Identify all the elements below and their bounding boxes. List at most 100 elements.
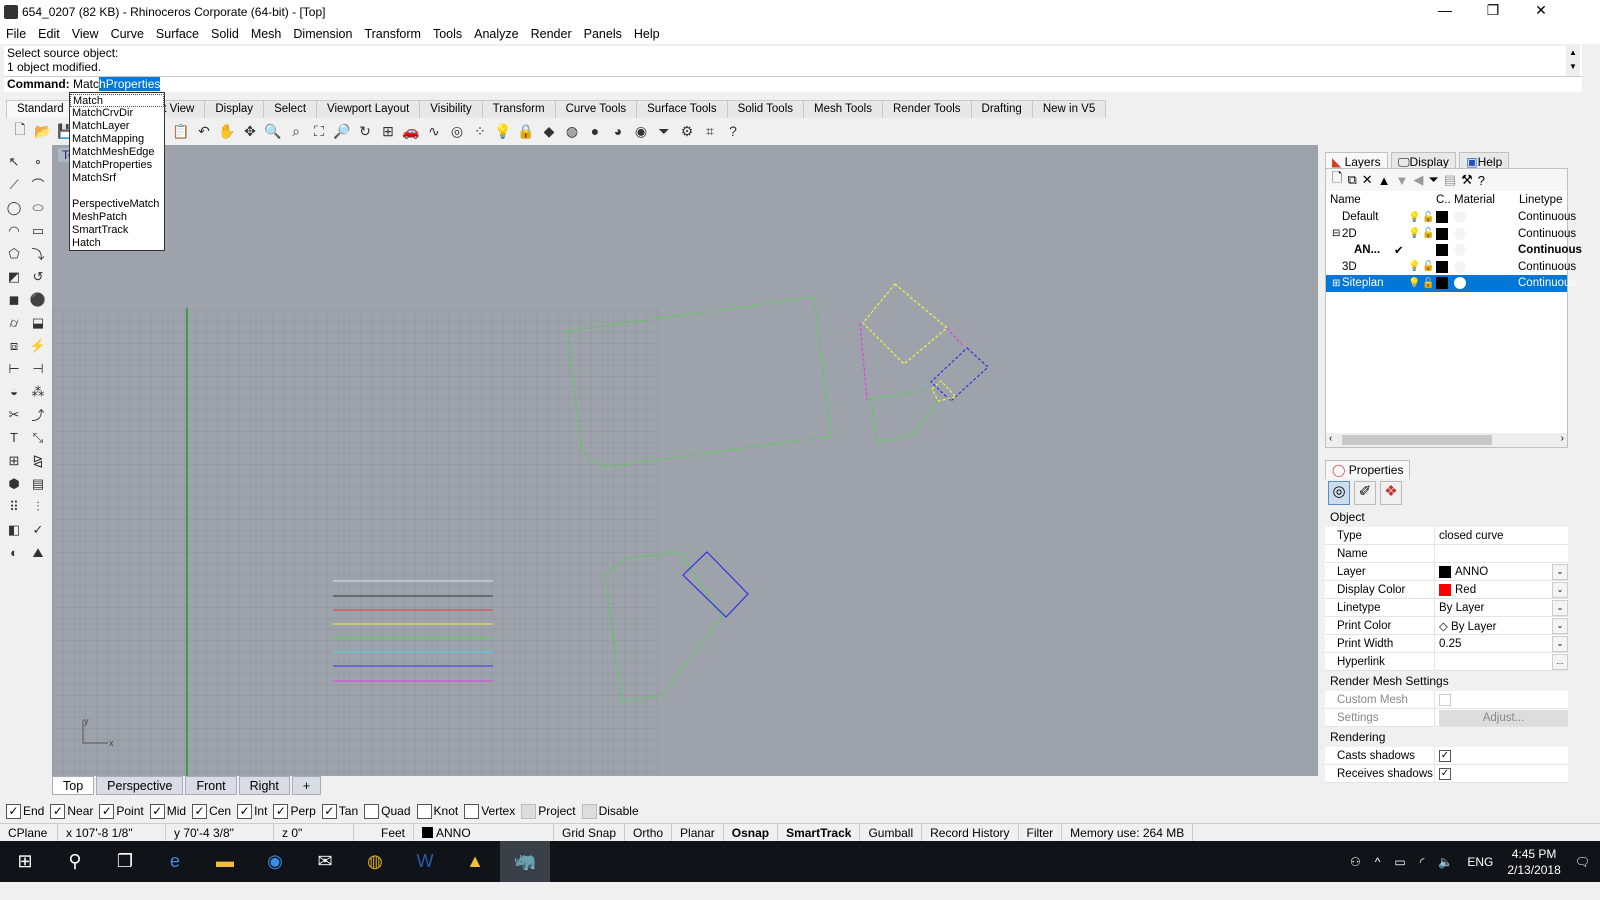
autocomplete-item[interactable]: MatchProperties	[70, 159, 164, 172]
tab-solid-tools[interactable]: Solid Tools	[726, 100, 804, 118]
file-explorer-icon[interactable]: ▬	[200, 841, 250, 882]
battery-icon[interactable]: ▭	[1394, 855, 1405, 869]
column-linetype[interactable]: Linetype	[1519, 194, 1562, 206]
help-icon[interactable]: ?	[1478, 173, 1485, 188]
material-circle[interactable]	[1454, 260, 1466, 273]
osnap-near[interactable]: ✓ Near	[50, 803, 93, 819]
cylinder-icon[interactable]: ⌭	[4, 313, 24, 333]
checkbox[interactable]	[464, 803, 480, 819]
column-name[interactable]: Name	[1326, 194, 1436, 206]
chrome-icon[interactable]: ◍	[350, 841, 400, 882]
settings-icon[interactable]: ⚙	[677, 121, 697, 141]
trim-icon[interactable]: ✂	[4, 405, 24, 425]
tab-visibility[interactable]: Visibility	[419, 100, 483, 118]
layout-icon[interactable]: ▤	[28, 474, 48, 494]
menu-view[interactable]: View	[66, 27, 105, 41]
check-icon[interactable]: ✓	[28, 520, 48, 540]
box-icon[interactable]: ◼	[4, 290, 24, 310]
osnap-knot[interactable]: Knot	[416, 803, 458, 819]
rotate-camera-icon[interactable]: ↻	[355, 121, 375, 141]
layer-linetype[interactable]: Continuous	[1518, 277, 1576, 289]
material-circle[interactable]	[1454, 244, 1466, 257]
tab-viewport-layout[interactable]: Viewport Layout	[316, 100, 421, 118]
lightbulb-icon[interactable]: 💡	[1408, 278, 1420, 289]
grid-array-icon[interactable]: ⠿	[4, 497, 24, 517]
osnap-point[interactable]: ✓ Point	[99, 803, 144, 819]
curve-icon[interactable]: ∿	[424, 121, 444, 141]
prop-value[interactable]: By Layer ⌄	[1435, 599, 1568, 616]
safari-icon[interactable]: ◉	[250, 841, 300, 882]
select-icon[interactable]: ↖	[4, 152, 24, 172]
volume-icon[interactable]: 🔈	[1438, 855, 1453, 869]
lock-icon[interactable]: 🔓	[1422, 212, 1434, 223]
menu-file[interactable]: File	[0, 27, 32, 41]
layer-linetype[interactable]: Continuous	[1518, 261, 1576, 273]
color-wheel-icon[interactable]: ◍	[562, 121, 582, 141]
checkbox[interactable]	[364, 803, 380, 819]
tab-transform[interactable]: Transform	[481, 100, 556, 118]
autocomplete-item[interactable]: SmartTrack	[70, 224, 164, 237]
expand-icon[interactable]: ⊞	[1332, 278, 1340, 289]
column-color[interactable]: C..	[1436, 194, 1451, 206]
dropdown-arrow-icon[interactable]: ⌄	[1552, 581, 1568, 598]
ungroup-icon[interactable]: ⁂	[28, 382, 48, 402]
edge-icon[interactable]: e	[150, 841, 200, 882]
help-icon[interactable]: ?	[723, 121, 743, 141]
lightbulb-icon[interactable]: 💡	[1408, 212, 1420, 223]
layer-color-swatch[interactable]	[1436, 227, 1448, 240]
four-viewports-icon[interactable]: ⊞	[378, 121, 398, 141]
tools-icon[interactable]: ⚒	[1461, 172, 1473, 188]
material-circle[interactable]	[1454, 211, 1466, 224]
leader-icon[interactable]: ⊣	[28, 359, 48, 379]
prop-value[interactable]: Adjust...	[1435, 709, 1568, 726]
zoom-extents-icon[interactable]: ⛶	[309, 121, 329, 141]
render-icon[interactable]: ◐	[4, 543, 24, 563]
word-icon[interactable]: W	[400, 841, 450, 882]
analyze-icon[interactable]: ◧	[4, 520, 24, 540]
wifi-icon[interactable]: ◜	[1420, 855, 1425, 869]
viewport-tab-top[interactable]: Top	[52, 776, 95, 795]
menu-solid[interactable]: Solid	[205, 27, 245, 41]
autocomplete-item[interactable]: MatchLayer	[70, 120, 164, 133]
layer-color-swatch[interactable]	[1436, 260, 1448, 273]
lightbulb-icon[interactable]: 💡	[1408, 261, 1420, 272]
autocomplete-item[interactable]: MeshPatch	[70, 211, 164, 224]
autocomplete-item[interactable]: MatchMapping	[70, 133, 164, 146]
osnap-disable[interactable]: Disable	[581, 803, 639, 819]
column-material[interactable]: Material	[1454, 194, 1495, 206]
paint-icon[interactable]: ⛰	[28, 543, 48, 563]
surface-icon[interactable]: ◩	[4, 267, 24, 287]
toggle-ortho[interactable]: Ortho	[625, 823, 673, 842]
cplane-icon[interactable]: ◎	[447, 121, 467, 141]
show-hidden-icon[interactable]: ^	[1375, 855, 1381, 869]
expand-icon[interactable]: ⊟	[1332, 228, 1340, 239]
arc-icon[interactable]: ◠	[4, 221, 24, 241]
checkbox[interactable]: ✓	[237, 803, 253, 819]
rectangle-icon[interactable]: ▭	[28, 221, 48, 241]
minimize-button[interactable]: —	[1425, 2, 1465, 22]
osnap-perp[interactable]: ✓ Perp	[273, 803, 316, 819]
autocomplete-item[interactable]: Match	[70, 94, 164, 107]
toggle-gumball[interactable]: Gumball	[860, 823, 923, 842]
prop-value[interactable]: ✓	[1435, 767, 1568, 780]
revolve-icon[interactable]: ↺	[28, 267, 48, 287]
osnap-tan[interactable]: ✓ Tan	[321, 803, 358, 819]
tab-standard[interactable]: Standard	[6, 100, 75, 118]
command-typed[interactable]: Matc	[73, 77, 99, 91]
dimension-icon[interactable]: ⊢	[4, 359, 24, 379]
split-icon[interactable]: ⤴	[28, 405, 48, 425]
zoom-window-icon[interactable]: 🔍	[263, 121, 283, 141]
people-icon[interactable]: ⚇	[1350, 855, 1361, 869]
array-icon[interactable]: ⊞	[4, 451, 24, 471]
rendered-sphere-icon[interactable]: ◉	[631, 121, 651, 141]
layer-linetype[interactable]: Continuous	[1518, 211, 1576, 223]
menu-surface[interactable]: Surface	[150, 27, 205, 41]
points-icon[interactable]: ⁘	[470, 121, 490, 141]
autocomplete-item[interactable]: MatchMeshEdge	[70, 146, 164, 159]
autocomplete-item[interactable]: PerspectiveMatch	[70, 198, 164, 211]
osnap-project[interactable]: Project	[521, 803, 576, 819]
mail-icon[interactable]: ✉	[300, 841, 350, 882]
menu-tools[interactable]: Tools	[427, 27, 468, 41]
units[interactable]: Feet	[354, 823, 414, 842]
checkbox[interactable]: ✓	[6, 803, 21, 819]
